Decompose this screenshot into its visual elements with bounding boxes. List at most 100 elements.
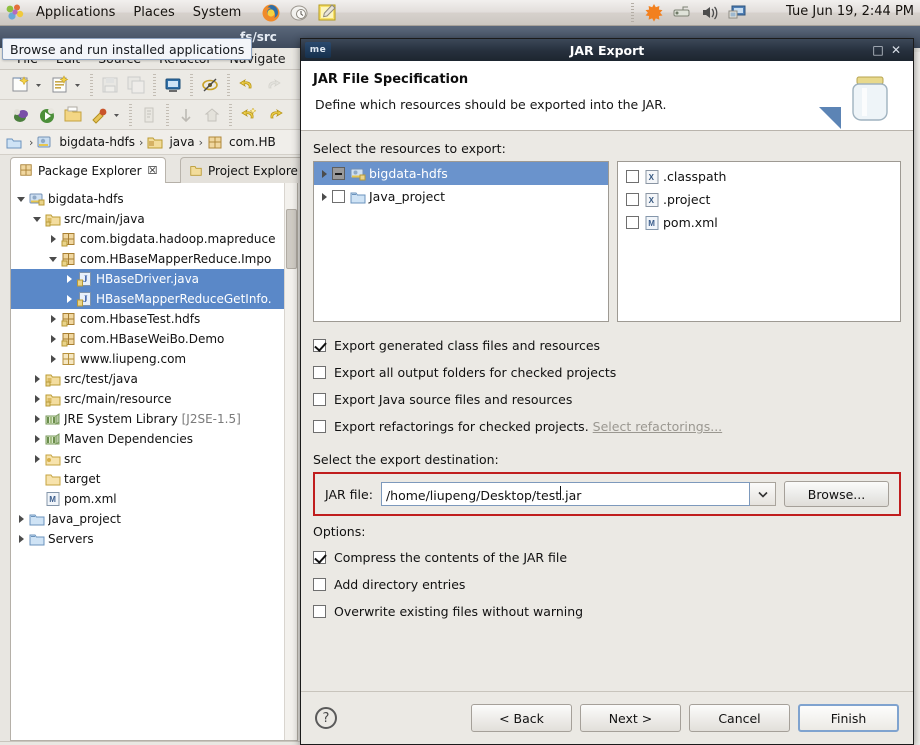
breadcrumb-item-package[interactable]: com.HB	[229, 135, 276, 149]
export-option-row[interactable]: Export generated class files and resourc…	[313, 332, 901, 359]
display-icon[interactable]	[727, 2, 749, 23]
tree-rows[interactable]: bigdata-hdfs src/main/java com.bigdata.had…	[11, 183, 297, 549]
tree-row[interactable]: Java_project	[11, 509, 297, 529]
print-icon[interactable]	[162, 74, 184, 96]
resource-file-row[interactable]: X .project	[618, 188, 900, 211]
package-explorer-tree[interactable]: bigdata-hdfs src/main/java com.bigdata.had…	[10, 182, 298, 741]
chevron-down-icon[interactable]	[31, 212, 45, 226]
tree-row[interactable]: com.HBaseMapperReduce.Impo	[11, 249, 297, 269]
redo-icon[interactable]	[262, 74, 284, 96]
tree-row[interactable]: com.bigdata.hadoop.mapreduce	[11, 229, 297, 249]
resource-checkbox[interactable]	[332, 190, 345, 203]
tree-row[interactable]: src	[11, 449, 297, 469]
next-button[interactable]: Next >	[580, 704, 681, 732]
chevron-right-icon[interactable]	[318, 190, 332, 204]
chevron-right-icon[interactable]	[15, 512, 29, 526]
jar-option-checkbox[interactable]	[313, 578, 326, 591]
jar-option-checkbox[interactable]	[313, 605, 326, 618]
finish-button[interactable]: Finish	[798, 704, 899, 732]
back-icon[interactable]	[238, 104, 260, 126]
back-button[interactable]: < Back	[471, 704, 572, 732]
help-icon[interactable]: ?	[315, 707, 337, 729]
volume-icon[interactable]	[699, 2, 721, 23]
tree-row[interactable]: src/main/resource	[11, 389, 297, 409]
help-clock-icon[interactable]	[288, 2, 310, 23]
chevron-right-icon[interactable]	[63, 272, 77, 286]
resource-file-rows[interactable]: X .classpath X .project Mpom.xml	[618, 162, 900, 234]
gnome-foot-icon[interactable]	[4, 3, 26, 23]
resource-file-row[interactable]: Mpom.xml	[618, 211, 900, 234]
export-option-row[interactable]: Export Java source files and resources	[313, 386, 901, 413]
jar-options-group[interactable]: Compress the contents of the JAR file Add…	[313, 544, 901, 625]
vertical-scrollbar[interactable]	[284, 183, 297, 740]
breadcrumb-item-project[interactable]: bigdata-hdfs	[59, 135, 135, 149]
cancel-button[interactable]: Cancel	[689, 704, 790, 732]
debug-icon[interactable]	[10, 104, 32, 126]
tree-row[interactable]: src/main/java	[11, 209, 297, 229]
jar-option-row[interactable]: Overwrite existing files without warning	[313, 598, 901, 625]
chevron-right-icon[interactable]	[31, 412, 45, 426]
export-option-checkbox[interactable]	[313, 420, 326, 433]
external-tools-dropdown-arrow-icon[interactable]	[112, 104, 121, 126]
resource-tree-row[interactable]: Java_project	[314, 185, 608, 208]
select-refactorings-link[interactable]: Select refactorings...	[593, 419, 722, 434]
breadcrumb-item-java[interactable]: java	[169, 135, 194, 149]
resource-checkbox[interactable]	[332, 167, 345, 180]
chevron-right-icon[interactable]	[31, 452, 45, 466]
tree-row[interactable]: www.liupeng.com	[11, 349, 297, 369]
tree-row[interactable]: JRE System Library [J2SE-1.5]	[11, 409, 297, 429]
tab-package-explorer[interactable]: Package Explorer ☒	[10, 157, 167, 183]
file-checkbox[interactable]	[626, 193, 639, 206]
scrollbar-thumb[interactable]	[286, 209, 297, 269]
tree-row[interactable]: J HBaseMapperReduceGetInfo.	[11, 289, 297, 309]
panel-tray[interactable]	[631, 2, 752, 23]
save-all-icon[interactable]	[125, 74, 147, 96]
export-options-group[interactable]: Export generated class files and resourc…	[313, 332, 901, 440]
browse-button[interactable]: Browse...	[784, 481, 889, 507]
resource-file-row[interactable]: X .classpath	[618, 165, 900, 188]
panel-menu-system[interactable]: System	[184, 3, 250, 23]
save-icon[interactable]	[99, 74, 121, 96]
run-icon[interactable]	[36, 104, 58, 126]
network-icon[interactable]	[671, 2, 693, 23]
jar-option-checkbox[interactable]	[313, 551, 326, 564]
close-button[interactable]: ✕	[887, 42, 905, 58]
new-element-icon[interactable]	[49, 74, 71, 96]
toggle-mark-occurrences-icon[interactable]	[199, 74, 221, 96]
chevron-right-icon[interactable]	[15, 532, 29, 546]
jar-option-row[interactable]: Add directory entries	[313, 571, 901, 598]
undo-icon[interactable]	[236, 74, 258, 96]
dialog-buttons[interactable]: < Back Next > Cancel Finish	[471, 704, 899, 732]
forward-icon[interactable]	[264, 104, 286, 126]
chevron-down-icon[interactable]	[15, 192, 29, 206]
chevron-down-icon[interactable]	[750, 482, 776, 506]
gnome-top-panel[interactable]: Applications Places System Tue Jun 19, 2…	[0, 0, 920, 26]
view-tabs[interactable]: Package Explorer ☒ Project Explore	[6, 157, 307, 183]
export-option-row[interactable]: Export refactorings for checked projects…	[313, 413, 901, 440]
chevron-right-icon[interactable]	[31, 432, 45, 446]
tree-row[interactable]: com.HBaseWeiBo.Demo	[11, 329, 297, 349]
tab-project-explorer[interactable]: Project Explore	[180, 157, 307, 183]
panel-menu-applications[interactable]: Applications	[27, 3, 124, 23]
tree-row[interactable]: src/test/java	[11, 369, 297, 389]
firefox-icon[interactable]	[260, 2, 282, 23]
maximize-button[interactable]: □	[869, 42, 887, 58]
chevron-right-icon[interactable]	[31, 392, 45, 406]
resource-file-list-pane[interactable]: X .classpath X .project Mpom.xml	[617, 161, 901, 322]
export-option-row[interactable]: Export all output folders for checked pr…	[313, 359, 901, 386]
resource-tree-rows[interactable]: bigdata-hdfs Java_project	[314, 162, 608, 208]
search-icon[interactable]	[138, 104, 160, 126]
file-checkbox[interactable]	[626, 216, 639, 229]
panel-clock[interactable]: Tue Jun 19, 2:44 PM	[786, 4, 914, 19]
next-annotation-icon[interactable]	[175, 104, 197, 126]
new-dropdown-arrow-icon[interactable]	[34, 74, 43, 96]
export-option-checkbox[interactable]	[313, 393, 326, 406]
notes-editor-icon[interactable]	[316, 2, 338, 23]
new-dropdown-arrow-icon-2[interactable]	[73, 74, 82, 96]
tree-row[interactable]: J HBaseDriver.java	[11, 269, 297, 289]
file-checkbox[interactable]	[626, 170, 639, 183]
tab-close-icon[interactable]: ☒	[148, 164, 158, 177]
chevron-right-icon[interactable]	[47, 332, 61, 346]
panel-menu-places[interactable]: Places	[124, 3, 183, 23]
dialog-titlebar[interactable]: me JAR Export □ ✕	[301, 39, 913, 61]
